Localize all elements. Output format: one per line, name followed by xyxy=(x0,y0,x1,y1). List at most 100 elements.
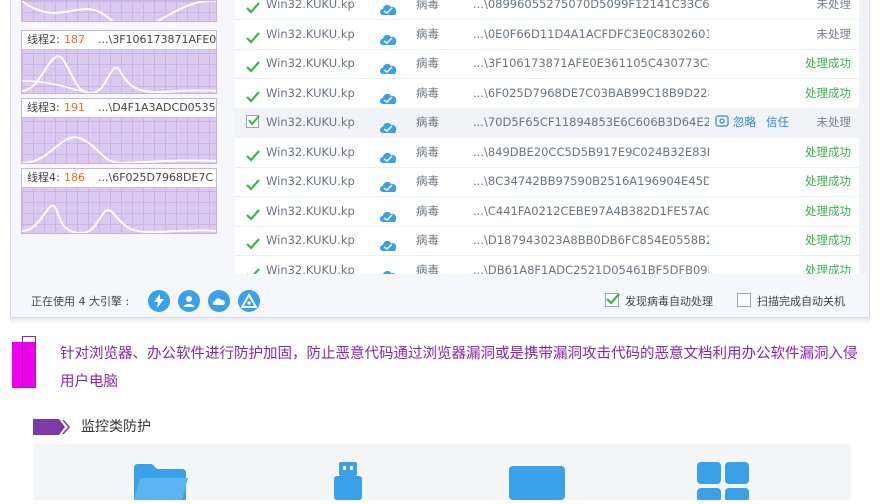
lightning-icon[interactable] xyxy=(148,290,170,312)
thread-panel: 线程4: 186 ...\6F025D7968DE7C xyxy=(21,168,217,234)
thread-graph xyxy=(21,0,217,22)
thread-path: ...\6F025D7968DE7C xyxy=(98,171,214,184)
cloud-icon[interactable] xyxy=(208,290,230,312)
scan-result-list: Win32.KUKU.kp 病毒 ...\08996055275070D5099F1… xyxy=(235,0,859,274)
scan-window: 线程2: 187 ...\3F106173871AFE0 线程3: 191 ..… xyxy=(10,0,870,318)
thread-count: 186 xyxy=(64,171,85,184)
row-checkbox[interactable] xyxy=(246,115,260,128)
thread-monitor-panel: 线程2: 187 ...\3F106173871AFE0 线程3: 191 ..… xyxy=(21,0,217,236)
cloud-icon xyxy=(378,264,398,274)
virus-name: Win32.KUKU.kp xyxy=(266,145,355,159)
table-row[interactable]: Win32.KUKU.kp 病毒 ...\DB61A8F1ADC2521D05461… xyxy=(235,256,859,274)
table-row[interactable]: Win32.KUKU.kp 病毒 ...\C441FA0212CEBE97A4B38… xyxy=(235,197,859,227)
screen-icon xyxy=(508,466,566,504)
ignore-label: 忽略 xyxy=(733,115,756,129)
threat-type: 病毒 xyxy=(416,56,439,70)
virus-name: Win32.KUKU.kp xyxy=(266,115,355,129)
auto-shutdown-option[interactable]: 扫描完成自动关机 xyxy=(737,293,845,309)
table-row[interactable]: Win32.KUKU.kp 病毒 ...\0E0F66D11D4A1ACFDFC3E… xyxy=(235,20,859,50)
virus-name: Win32.KUKU.kp xyxy=(266,27,355,41)
threat-type: 病毒 xyxy=(416,174,439,188)
threat-type: 病毒 xyxy=(416,263,439,274)
status-label: 处理成功 xyxy=(805,233,851,247)
table-row[interactable]: Win32.KUKU.kp 病毒 ...\849DBE20CC5D5B917E9C0… xyxy=(235,138,859,168)
threat-type: 病毒 xyxy=(416,86,439,100)
status-label: 处理成功 xyxy=(805,263,851,274)
thread-panel: 线程3: 191 ...\D4F1A3ADCD0535 xyxy=(21,98,217,164)
file-path: ...\08996055275070D5099F12141C33C630 xyxy=(473,0,709,11)
section-tag-icon xyxy=(33,418,73,440)
check-icon[interactable] xyxy=(246,27,260,44)
thread-count: 191 xyxy=(64,101,85,114)
auto-process-option[interactable]: 发现病毒自动处理 xyxy=(605,293,713,309)
status-label: 未处理 xyxy=(816,0,852,11)
file-path: ...\D187943023A8BB0DB6FC854E0558B2B xyxy=(473,233,709,247)
table-row[interactable]: Win32.KUKU.kp 病毒 ...\08996055275070D5099F1… xyxy=(235,0,859,20)
virus-name: Win32.KUKU.kp xyxy=(266,56,355,70)
row-actions: 忽略 信任 xyxy=(715,108,799,137)
virus-name: Win32.KUKU.kp xyxy=(266,0,355,11)
file-path: ...\70D5F65CF11894853E6C606B3D64E2E4 xyxy=(473,115,709,129)
triangle-icon[interactable] xyxy=(238,290,260,312)
file-path: ...\3F106173871AFE0E361105C430773C47 xyxy=(473,56,709,70)
check-icon[interactable] xyxy=(246,86,260,103)
check-icon[interactable] xyxy=(246,263,260,274)
user-icon[interactable] xyxy=(178,290,200,312)
status-label: 处理成功 xyxy=(805,174,851,188)
auto-process-label: 发现病毒自动处理 xyxy=(625,295,713,308)
check-icon[interactable] xyxy=(246,174,260,191)
ignore-icon xyxy=(715,115,729,127)
trust-button[interactable]: 信任 xyxy=(766,115,789,129)
thread-label: 线程3: xyxy=(27,101,60,114)
status-label: 未处理 xyxy=(816,115,852,129)
thread-path: ...\3F106173871AFE0 xyxy=(98,33,216,46)
virus-name: Win32.KUKU.kp xyxy=(266,174,355,188)
virus-name: Win32.KUKU.kp xyxy=(266,86,355,100)
threat-type: 病毒 xyxy=(416,0,439,11)
thread-header: 线程3: 191 ...\D4F1A3ADCD0535 xyxy=(22,99,216,118)
window-shadow xyxy=(10,318,870,324)
monitor-protection-section: 监控类防护 xyxy=(33,408,851,502)
check-icon[interactable] xyxy=(246,204,260,221)
threat-type: 病毒 xyxy=(416,27,439,41)
file-path: ...\C441FA0212CEBE97A4B382D1FE57ACC xyxy=(473,204,709,218)
thread-label: 线程2: xyxy=(27,33,60,46)
threat-type: 病毒 xyxy=(416,145,439,159)
table-row[interactable]: Win32.KUKU.kp 病毒 ...\6F025D7968DE7C03BAB99… xyxy=(235,79,859,109)
usb-icon xyxy=(331,462,365,504)
auto-shutdown-label: 扫描完成自动关机 xyxy=(757,295,845,308)
table-row[interactable]: Win32.KUKU.kp 病毒 ...\3F106173871AFE0E36110… xyxy=(235,49,859,79)
virus-name: Win32.KUKU.kp xyxy=(266,263,355,274)
check-icon[interactable] xyxy=(246,233,260,250)
thread-panel: 线程2: 187 ...\3F106173871AFE0 xyxy=(21,30,217,94)
section-marker xyxy=(12,336,36,388)
table-row[interactable]: Win32.KUKU.kp 病毒 ...\8C34742BB97590B2516A1… xyxy=(235,167,859,197)
threat-type: 病毒 xyxy=(416,115,439,129)
thread-header: 线程4: 186 ...\6F025D7968DE7C xyxy=(22,169,216,188)
list-scrollbar[interactable] xyxy=(859,0,867,274)
section-title: 监控类防护 xyxy=(81,419,151,435)
auto-process-checkbox[interactable] xyxy=(605,293,620,307)
table-row[interactable]: Win32.KUKU.kp 病毒 ...\70D5F65CF11894853E6C6… xyxy=(235,108,859,138)
virus-name: Win32.KUKU.kp xyxy=(266,233,355,247)
status-label: 处理成功 xyxy=(805,56,851,70)
threat-type: 病毒 xyxy=(416,204,439,218)
thread-path: ...\D4F1A3ADCD0535 xyxy=(98,101,216,114)
table-row[interactable]: Win32.KUKU.kp 病毒 ...\D187943023A8BB0DB6FC8… xyxy=(235,226,859,256)
auto-shutdown-checkbox[interactable] xyxy=(737,293,751,307)
file-path: ...\849DBE20CC5D5B917E9C024B32E83DE xyxy=(473,145,709,159)
file-path: ...\DB61A8F1ADC2521D05461BF5DFB09F6 xyxy=(473,263,709,274)
ignore-button[interactable]: 忽略 xyxy=(715,115,756,129)
status-label: 处理成功 xyxy=(805,145,851,159)
status-label: 未处理 xyxy=(816,27,852,41)
thread-count: 187 xyxy=(64,33,85,46)
engines-label: 正在使用 4 大引擎 : xyxy=(31,295,130,308)
check-icon[interactable] xyxy=(246,56,260,73)
status-footer: 正在使用 4 大引擎 : 发现病毒自动处理 扫描完成自动关机 xyxy=(11,285,869,317)
file-path: ...\6F025D7968DE7C03BAB99C18B9D228E xyxy=(473,86,709,100)
virus-name: Win32.KUKU.kp xyxy=(266,204,355,218)
check-icon[interactable] xyxy=(246,0,260,14)
status-label: 处理成功 xyxy=(805,204,851,218)
check-icon[interactable] xyxy=(246,145,260,162)
status-label: 处理成功 xyxy=(805,86,851,100)
